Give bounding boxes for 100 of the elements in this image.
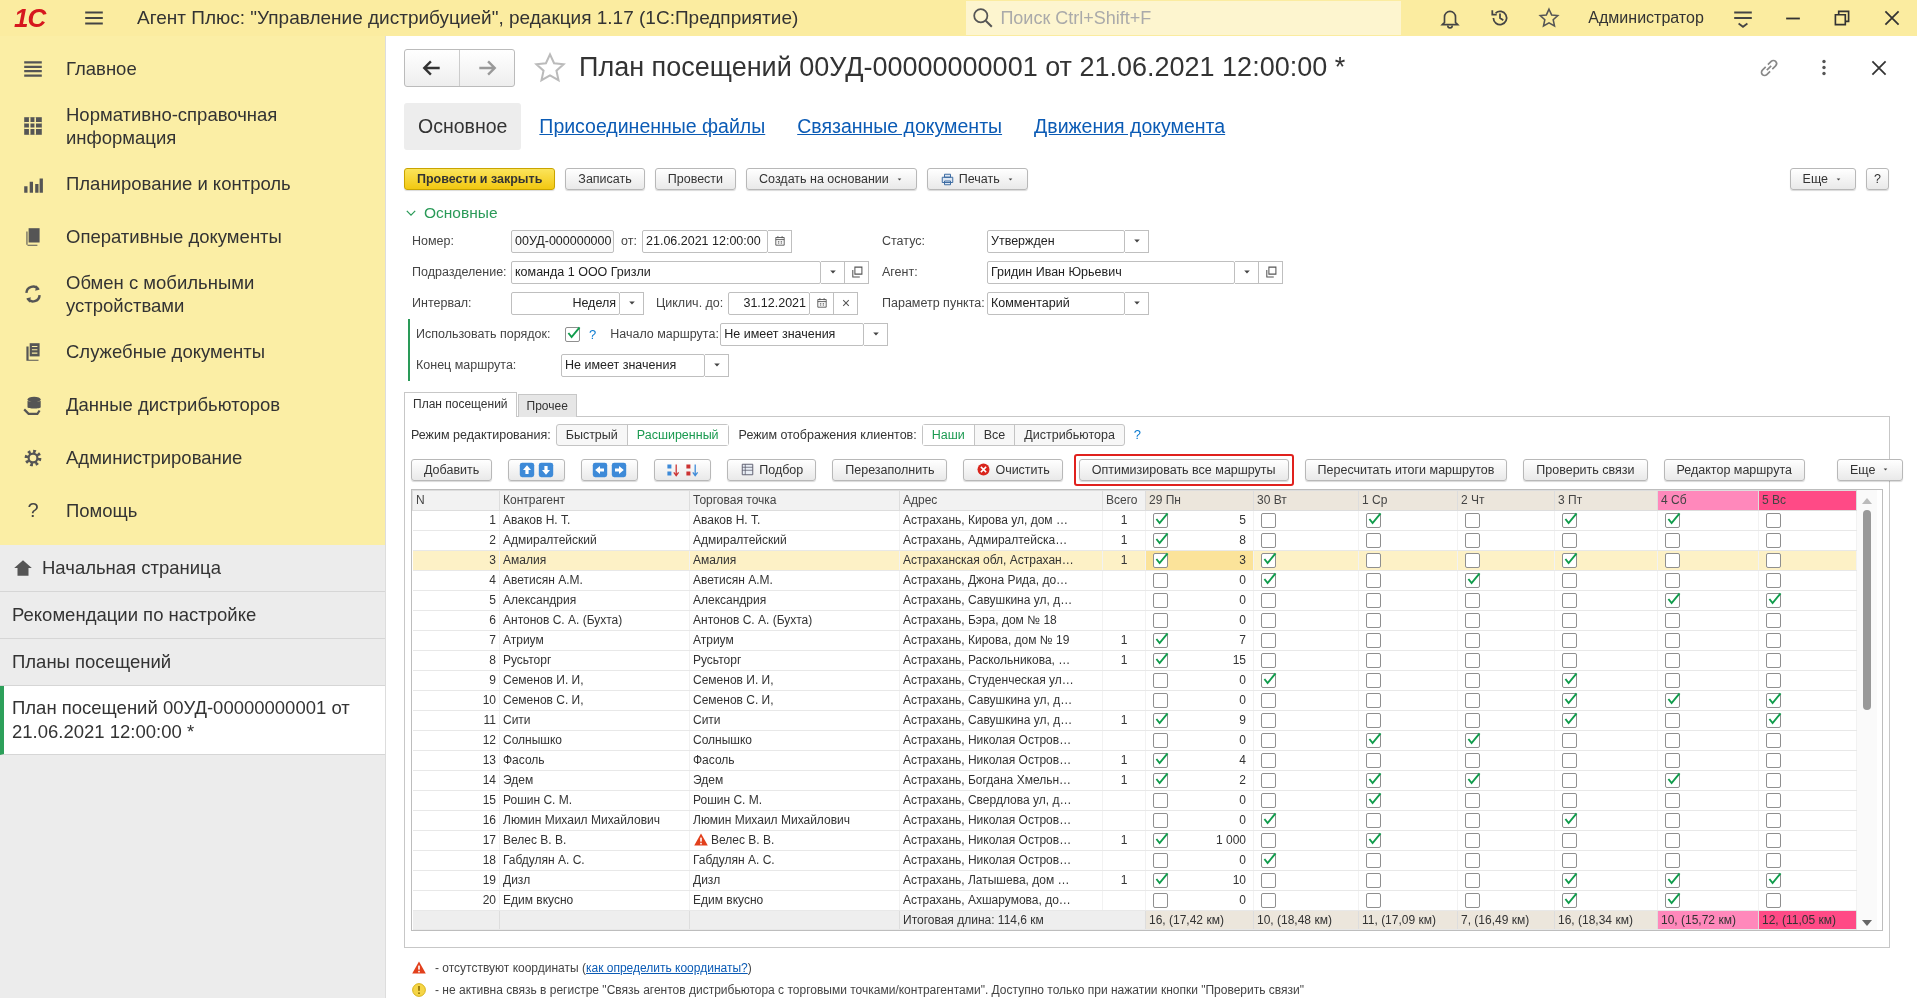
dropdown-button[interactable] bbox=[864, 322, 889, 346]
checkbox[interactable] bbox=[1366, 832, 1381, 848]
checkbox[interactable] bbox=[1261, 812, 1276, 828]
sort-ascending-button[interactable] bbox=[665, 461, 682, 478]
checkbox[interactable] bbox=[1562, 752, 1577, 768]
checkbox[interactable] bbox=[1465, 652, 1480, 668]
checkbox[interactable] bbox=[1665, 892, 1680, 908]
open-window-item[interactable]: План посещений 00УД-00000000001 от 21.06.2021 12:00:00 * bbox=[0, 686, 385, 755]
checkbox[interactable] bbox=[1766, 552, 1781, 568]
checkbox[interactable] bbox=[1766, 512, 1781, 528]
checkbox[interactable] bbox=[1562, 672, 1577, 688]
open-window-item[interactable]: Рекомендации по настройке bbox=[0, 592, 385, 639]
number-field[interactable]: 00УД-000000000 bbox=[511, 229, 614, 253]
checkbox[interactable] bbox=[1366, 752, 1381, 768]
column-header[interactable]: N bbox=[412, 490, 500, 511]
checkbox[interactable] bbox=[1261, 632, 1276, 648]
checkbox[interactable] bbox=[1665, 632, 1680, 648]
toggle-option[interactable]: Быстрый bbox=[556, 424, 627, 445]
checkbox[interactable] bbox=[1261, 752, 1276, 768]
toolbar-button[interactable]: Очистить bbox=[963, 458, 1063, 481]
checkbox[interactable] bbox=[1261, 832, 1276, 848]
toolbar-button[interactable]: Добавить bbox=[411, 458, 493, 481]
checkbox[interactable] bbox=[1766, 852, 1781, 868]
checkbox[interactable] bbox=[1766, 772, 1781, 788]
checkbox[interactable] bbox=[1562, 872, 1577, 888]
checkbox[interactable] bbox=[1562, 612, 1577, 628]
print-button[interactable]: Печать bbox=[926, 168, 1028, 191]
checkbox[interactable] bbox=[1766, 732, 1781, 748]
checkbox[interactable] bbox=[1465, 612, 1480, 628]
checkbox[interactable] bbox=[1153, 752, 1168, 768]
checkbox[interactable] bbox=[1766, 712, 1781, 728]
checkbox[interactable] bbox=[1665, 552, 1680, 568]
toolbar-button[interactable]: Оптимизировать все маршруты bbox=[1078, 458, 1289, 481]
checkbox[interactable] bbox=[1766, 592, 1781, 608]
sidebar-item[interactable]: Данные дистрибьюторов bbox=[0, 378, 385, 431]
checkbox[interactable] bbox=[1665, 672, 1680, 688]
checkbox[interactable] bbox=[1766, 672, 1781, 688]
date-field[interactable]: 31.12.2021 bbox=[728, 291, 810, 315]
checkbox[interactable] bbox=[1366, 792, 1381, 808]
more-button[interactable]: Еще bbox=[1836, 458, 1904, 481]
checkbox[interactable] bbox=[1665, 852, 1680, 868]
dropdown-button[interactable] bbox=[1235, 260, 1259, 284]
checkbox[interactable] bbox=[1153, 772, 1168, 788]
checkbox[interactable] bbox=[1562, 832, 1577, 848]
checkbox[interactable] bbox=[1766, 652, 1781, 668]
toolbar-button[interactable]: Проверить связи bbox=[1523, 458, 1648, 481]
help-link[interactable]: ? bbox=[589, 326, 597, 342]
checkbox[interactable] bbox=[1366, 552, 1381, 568]
checkbox[interactable] bbox=[1261, 732, 1276, 748]
checkbox[interactable] bbox=[1366, 712, 1381, 728]
help-button[interactable]: ? bbox=[1866, 168, 1889, 191]
checkbox[interactable] bbox=[1153, 832, 1168, 848]
checkbox[interactable] bbox=[1153, 792, 1168, 808]
favorite-star-icon[interactable] bbox=[533, 50, 567, 85]
scroll-bar[interactable] bbox=[1857, 489, 1877, 930]
checkbox[interactable] bbox=[1665, 812, 1680, 828]
move-right-button[interactable] bbox=[611, 461, 628, 478]
more-button[interactable]: Еще bbox=[1789, 168, 1857, 191]
division-field[interactable]: команда 1 ООО Гризли bbox=[511, 260, 821, 284]
toolbar-button[interactable]: Пересчитать итоги маршрутов bbox=[1304, 458, 1508, 481]
checkbox[interactable] bbox=[1665, 592, 1680, 608]
checkbox[interactable] bbox=[1562, 772, 1577, 788]
checkbox[interactable] bbox=[1562, 852, 1577, 868]
dropdown-button[interactable] bbox=[705, 353, 729, 377]
sidebar-item[interactable]: ? Помощь bbox=[0, 484, 385, 537]
post-and-close-button[interactable]: Провести и закрыть bbox=[404, 168, 556, 191]
checkbox[interactable] bbox=[1766, 752, 1781, 768]
calendar-button[interactable] bbox=[768, 229, 792, 253]
checkbox[interactable] bbox=[1261, 532, 1276, 548]
user-name[interactable]: Администратор bbox=[1588, 9, 1704, 27]
checkbox[interactable] bbox=[1562, 892, 1577, 908]
checkbox[interactable] bbox=[1766, 812, 1781, 828]
tab[interactable]: Движения документа bbox=[1020, 103, 1240, 151]
column-header[interactable]: Адрес bbox=[899, 490, 1103, 511]
checkbox[interactable] bbox=[1465, 592, 1480, 608]
checkbox[interactable] bbox=[1465, 892, 1480, 908]
dropdown-button[interactable]: Создать на основании bbox=[746, 168, 917, 191]
checkbox[interactable] bbox=[1665, 732, 1680, 748]
checkbox[interactable] bbox=[1153, 592, 1168, 608]
checkbox[interactable] bbox=[1766, 792, 1781, 808]
toggle-option[interactable]: Расширенный bbox=[626, 424, 728, 445]
checkbox[interactable] bbox=[1665, 792, 1680, 808]
checkbox[interactable] bbox=[1153, 612, 1168, 628]
route-end-field[interactable]: Не имеет значения bbox=[561, 353, 705, 377]
toolbar-button[interactable]: Подбор bbox=[727, 458, 817, 481]
open-button[interactable] bbox=[1259, 260, 1283, 284]
column-header[interactable]: 4 Сб bbox=[1657, 490, 1759, 511]
checkbox[interactable] bbox=[1465, 532, 1480, 548]
route-start-field[interactable]: Не имеет значения bbox=[720, 322, 865, 346]
date-field[interactable]: 21.06.2021 12:00:00 bbox=[642, 229, 768, 253]
column-header[interactable]: 3 Пт bbox=[1554, 490, 1658, 511]
interval-field[interactable]: Неделя bbox=[511, 291, 620, 315]
sidebar-item[interactable]: Главное bbox=[0, 42, 385, 95]
tab[interactable]: Присоединенные файлы bbox=[525, 103, 780, 151]
checkbox[interactable] bbox=[1153, 872, 1168, 888]
checkbox[interactable] bbox=[1766, 572, 1781, 588]
checkbox[interactable] bbox=[1366, 732, 1381, 748]
checkbox[interactable] bbox=[1153, 672, 1168, 688]
checkbox[interactable] bbox=[1562, 572, 1577, 588]
move-up-button[interactable] bbox=[519, 461, 536, 478]
